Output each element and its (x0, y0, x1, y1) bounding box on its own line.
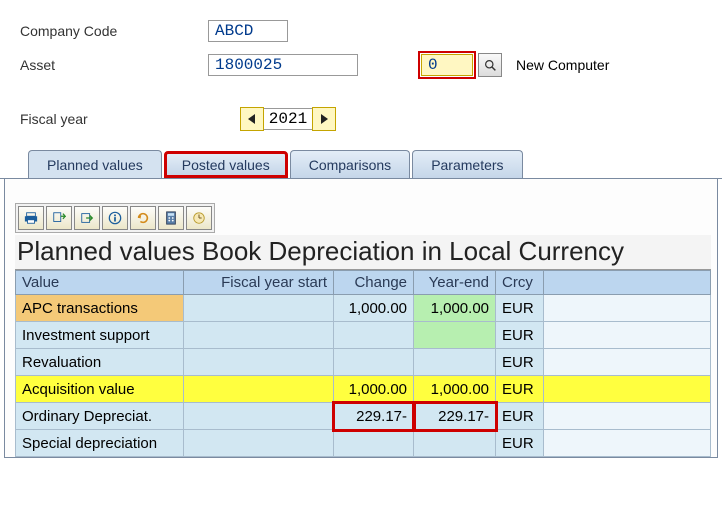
tab-label: Parameters (431, 157, 503, 173)
fiscal-year-row: Fiscal year (20, 106, 722, 132)
grid-title: Planned values Book Depreciation in Loca… (15, 235, 711, 270)
row-acquisition-value: Acquisition value 1,000.00 1,000.00 EUR (16, 376, 711, 403)
export-button[interactable] (46, 206, 72, 230)
cell-yearend[interactable] (414, 430, 496, 457)
fiscal-year-prev-button[interactable] (240, 107, 264, 131)
tab-content: Planned values Book Depreciation in Loca… (4, 179, 718, 458)
company-code-label: Company Code (20, 23, 208, 39)
refresh-button[interactable] (130, 206, 156, 230)
fiscal-year-input[interactable] (264, 108, 312, 130)
search-icon (484, 59, 497, 72)
fiscal-year-label: Fiscal year (20, 111, 208, 127)
cell-fys[interactable] (184, 430, 334, 457)
tab-parameters[interactable]: Parameters (412, 150, 522, 178)
triangle-right-icon (320, 114, 328, 124)
cell-label[interactable]: Special depreciation (16, 430, 184, 457)
cell-fys[interactable] (184, 322, 334, 349)
cell-label[interactable]: APC transactions (16, 295, 184, 322)
row-apc-transactions: APC transactions 1,000.00 1,000.00 EUR (16, 295, 711, 322)
asset-subnumber-input[interactable] (421, 54, 473, 76)
clock-icon (192, 211, 206, 225)
tab-posted-values[interactable]: Posted values (164, 151, 288, 178)
row-revaluation: Revaluation EUR (16, 349, 711, 376)
cell-yearend[interactable]: 229.17- (414, 403, 496, 430)
grid-toolbar (15, 203, 215, 233)
fiscal-year-next-button[interactable] (312, 107, 336, 131)
tab-planned-values[interactable]: Planned values (28, 150, 162, 178)
cell-change[interactable]: 1,000.00 (334, 295, 414, 322)
asset-description: New Computer (516, 57, 609, 73)
row-special-depreciation: Special depreciation EUR (16, 430, 711, 457)
cell-spacer (544, 349, 711, 376)
cell-change[interactable]: 1,000.00 (334, 376, 414, 403)
tab-label: Planned values (47, 157, 143, 173)
cell-crcy[interactable]: EUR (496, 403, 544, 430)
cell-spacer (544, 376, 711, 403)
tab-comparisons[interactable]: Comparisons (290, 150, 410, 178)
cell-crcy[interactable]: EUR (496, 376, 544, 403)
company-code-input[interactable] (208, 20, 288, 42)
cell-yearend[interactable] (414, 349, 496, 376)
export2-button[interactable] (74, 206, 100, 230)
cell-yearend[interactable]: 1,000.00 (414, 376, 496, 403)
clock-button[interactable] (186, 206, 212, 230)
asset-number-input[interactable] (208, 54, 358, 76)
grid-header-row: Value Fiscal year start Change Year-end … (16, 271, 711, 295)
cell-yearend[interactable]: 1,000.00 (414, 295, 496, 322)
cell-label[interactable]: Acquisition value (16, 376, 184, 403)
info-button[interactable] (102, 206, 128, 230)
cell-crcy[interactable]: EUR (496, 322, 544, 349)
export-icon (52, 211, 66, 225)
printer-icon (24, 211, 38, 225)
calculator-icon (164, 211, 178, 225)
tab-label: Posted values (182, 157, 270, 173)
company-code-row: Company Code (20, 18, 722, 44)
cell-spacer (544, 430, 711, 457)
cell-fys[interactable] (184, 376, 334, 403)
tab-label: Comparisons (309, 157, 391, 173)
cell-crcy[interactable]: EUR (496, 349, 544, 376)
asset-row: Asset New Computer (20, 52, 722, 78)
cell-fys[interactable] (184, 349, 334, 376)
cell-change[interactable] (334, 322, 414, 349)
cell-change[interactable] (334, 349, 414, 376)
cell-change[interactable] (334, 430, 414, 457)
cell-yearend[interactable] (414, 322, 496, 349)
tab-strip: Planned values Posted values Comparisons… (0, 150, 722, 458)
cell-fys[interactable] (184, 295, 334, 322)
info-icon (108, 211, 122, 225)
col-change[interactable]: Change (334, 271, 414, 295)
cell-fys[interactable] (184, 403, 334, 430)
cell-crcy[interactable]: EUR (496, 295, 544, 322)
print-button[interactable] (18, 206, 44, 230)
asset-label: Asset (20, 57, 208, 73)
depreciation-grid: Value Fiscal year start Change Year-end … (15, 270, 711, 457)
refresh-icon (136, 211, 150, 225)
cell-spacer (544, 322, 711, 349)
cell-crcy[interactable]: EUR (496, 430, 544, 457)
cell-spacer (544, 295, 711, 322)
col-fiscal-year-start[interactable]: Fiscal year start (184, 271, 334, 295)
calculator-button[interactable] (158, 206, 184, 230)
export-arrow-icon (80, 211, 94, 225)
col-value[interactable]: Value (16, 271, 184, 295)
asset-search-button[interactable] (478, 53, 502, 77)
row-investment-support: Investment support EUR (16, 322, 711, 349)
col-spacer (544, 271, 711, 295)
col-year-end[interactable]: Year-end (414, 271, 496, 295)
row-ordinary-depreciation: Ordinary Depreciat. 229.17- 229.17- EUR (16, 403, 711, 430)
header-form: Company Code Asset New Computer Fiscal y… (0, 0, 722, 132)
col-currency[interactable]: Crcy (496, 271, 544, 295)
cell-change[interactable]: 229.17- (334, 403, 414, 430)
cell-spacer (544, 403, 711, 430)
cell-label[interactable]: Ordinary Depreciat. (16, 403, 184, 430)
asset-subnumber-highlight (418, 51, 476, 79)
cell-label[interactable]: Revaluation (16, 349, 184, 376)
triangle-left-icon (248, 114, 256, 124)
cell-label[interactable]: Investment support (16, 322, 184, 349)
